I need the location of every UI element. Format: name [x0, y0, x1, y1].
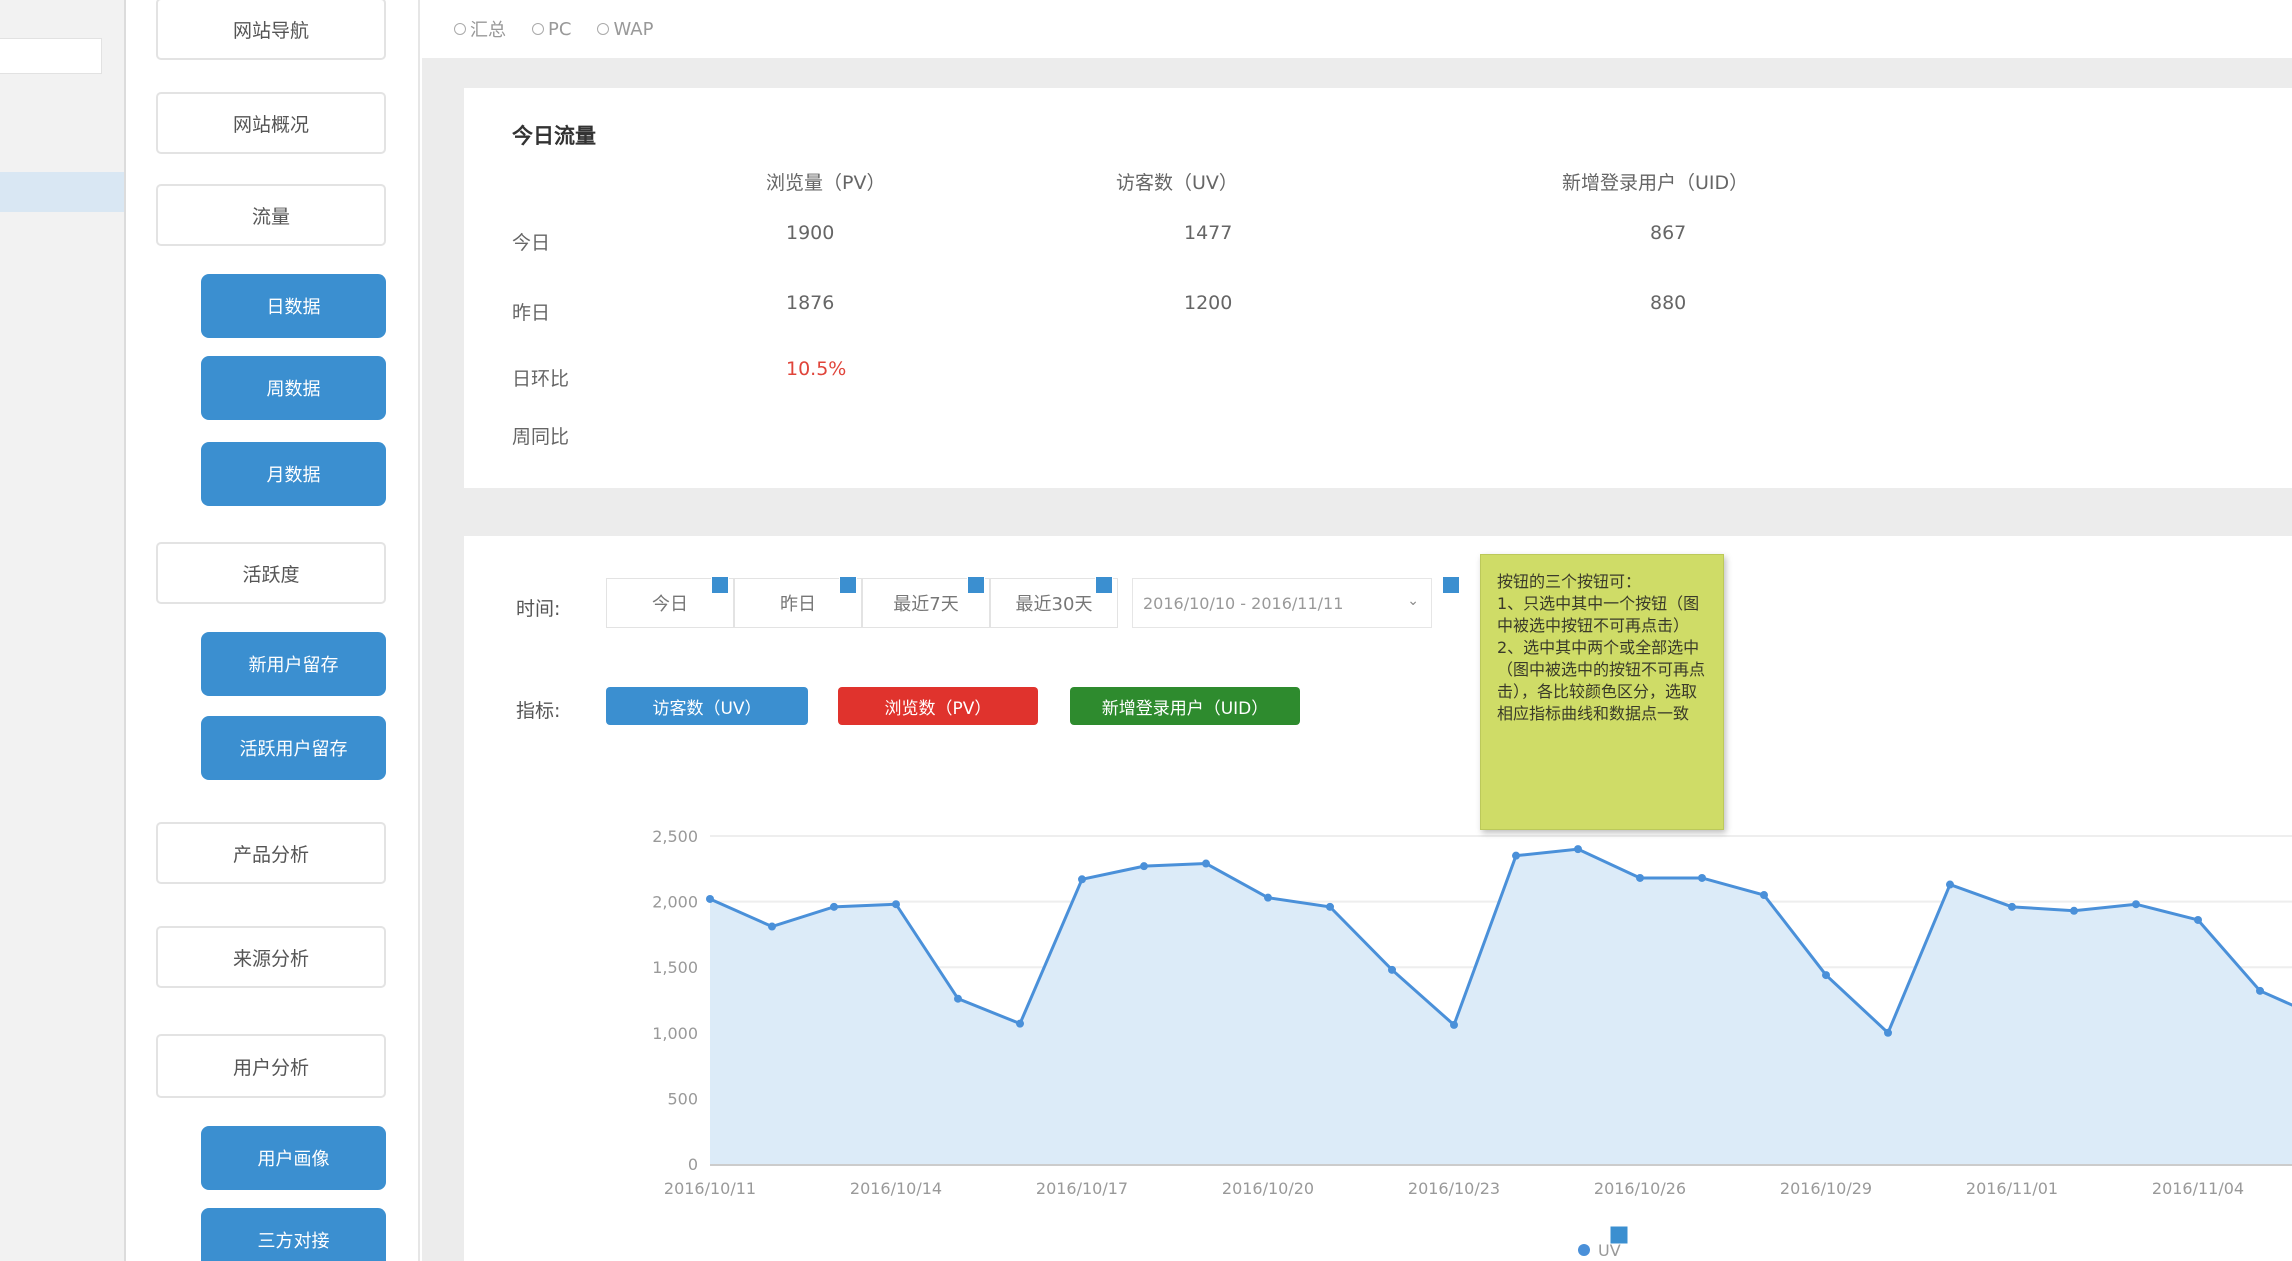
trend-chart-panel: 时间: 今日 昨日 最近7天 最近30天 2016/10/10 - 2016/1… [464, 536, 2292, 1261]
uv-data-point [768, 922, 776, 931]
uv-data-point [1884, 1028, 1892, 1037]
radio-dot-icon [454, 23, 466, 35]
menu-item-user-analysis[interactable]: 用户分析 [156, 1034, 386, 1098]
uv-data-point [2008, 902, 2016, 911]
uv-trend-chart: 0 500 1,000 1,500 2,000 2,500 2016/10/11 2016/1… [652, 827, 2292, 1260]
menu-item-active-user-retention[interactable]: 活跃用户留存 [201, 716, 386, 780]
uv-data-point [706, 894, 714, 903]
uv-data-point [1450, 1020, 1458, 1029]
y-tick-label: 1,500 [652, 958, 698, 977]
uv-data-point [1264, 893, 1272, 902]
platform-radio-pc-label: PC [548, 18, 572, 40]
menu-item-monthly[interactable]: 月数据 [201, 442, 386, 506]
today-row-label: 周同比 [512, 426, 570, 448]
x-tick-label: 2016/11/01 [1966, 1179, 2058, 1198]
left-nav-selected-item[interactable] [0, 172, 124, 212]
x-tick-label: 2016/10/29 [1780, 1179, 1872, 1198]
menu-item-traffic[interactable]: 流量 [156, 184, 386, 246]
x-tick-label: 2016/11/04 [2152, 1179, 2244, 1198]
y-tick-label: 0 [688, 1155, 698, 1174]
platform-filter-bar: 汇总 PC WAP [422, 0, 2292, 58]
today-column-header: 浏览量（PV） [766, 172, 886, 194]
uv-data-point [1698, 873, 1706, 882]
x-tick-label: 2016/10/14 [850, 1179, 942, 1198]
legend-uv-marker [1578, 1244, 1590, 1256]
menu-item-user-profile[interactable]: 用户画像 [201, 1126, 386, 1190]
today-value-cell: 867 [1650, 222, 1687, 244]
radio-dot-icon [597, 23, 610, 35]
y-tick-label: 2,000 [652, 893, 698, 912]
radio-dot-icon [532, 23, 544, 35]
menu-item-loyalty[interactable]: 活跃度 [156, 542, 386, 604]
today-row-label: 日环比 [512, 368, 570, 390]
page-root: 网站导航网站概况流量日数据周数据月数据活跃度新用户留存活跃用户留存产品分析来源分… [0, 0, 2292, 1261]
today-value-cell: 1477 [1184, 222, 1233, 244]
uv-data-point [892, 900, 900, 909]
menu-item-third-party[interactable]: 三方对接 [201, 1208, 386, 1261]
uv-data-point [954, 994, 962, 1003]
today-value-cell: 880 [1650, 292, 1687, 314]
annotation-sticky-note: 按钮的三个按钮可： 1、只选中其中一个按钮（图中被选中按钮不可再点击） 2、选中… [1480, 554, 1724, 830]
menu-item-daily[interactable]: 日数据 [201, 274, 386, 338]
uv-data-point [1946, 880, 1954, 889]
x-tick-label: 2016/10/23 [1408, 1179, 1500, 1198]
x-tick-label: 2016/10/26 [1594, 1179, 1686, 1198]
platform-radio-wap[interactable]: WAP [597, 19, 653, 40]
today-row-label: 今日 [512, 232, 551, 254]
left-navigation [0, 0, 126, 1261]
menu-item-site-overview[interactable]: 网站概况 [156, 92, 386, 154]
uv-data-point [1388, 965, 1396, 974]
today-value-cell: 10.5% [786, 358, 847, 380]
uv-data-point [1760, 891, 1768, 900]
uv-data-point [1078, 875, 1086, 884]
uv-data-point [2256, 986, 2264, 995]
today-column-header: 新增登录用户（UID） [1562, 172, 1749, 194]
annotation-marker-icon [1609, 1225, 1629, 1245]
menu-item-site-nav[interactable]: 网站导航 [156, 0, 386, 60]
uv-data-point [1512, 851, 1520, 860]
today-row-label: 昨日 [512, 302, 551, 324]
y-tick-label: 500 [667, 1089, 698, 1108]
main-content: 汇总 PC WAP 今日流量 浏览量（PV） 访客数（UV） 新增登录用户（UID）… [422, 0, 2292, 1261]
today-value-cell: 1876 [786, 292, 835, 314]
y-tick-label: 2,500 [652, 827, 698, 846]
uv-data-point [830, 902, 838, 911]
uv-data-point [1636, 873, 1644, 882]
menu-item-product-analysis[interactable]: 产品分析 [156, 822, 386, 884]
uv-data-point [1574, 845, 1582, 854]
menu-item-source-analysis[interactable]: 来源分析 [156, 926, 386, 988]
uv-data-point [1822, 971, 1830, 980]
x-tick-label: 2016/10/11 [664, 1179, 756, 1198]
platform-radio-pc[interactable]: PC [532, 19, 571, 40]
platform-radio-all[interactable]: 汇总 [454, 16, 506, 42]
today-traffic-panel: 今日流量 浏览量（PV） 访客数（UV） 新增登录用户（UID） 今日 1900 1477… [464, 88, 2292, 488]
uv-data-point [1140, 862, 1148, 871]
uv-data-point [1202, 859, 1210, 868]
today-value-cell: 1200 [1184, 292, 1233, 314]
today-value-cell: 1900 [786, 222, 835, 244]
platform-radio-all-label: 汇总 [470, 20, 506, 41]
menu-item-weekly[interactable]: 周数据 [201, 356, 386, 420]
today-column-header: 访客数（UV） [1116, 172, 1238, 194]
uv-data-point [1326, 902, 1334, 911]
left-nav-search-input[interactable] [0, 38, 102, 74]
uv-data-point [2132, 900, 2140, 909]
report-menu: 网站导航网站概况流量日数据周数据月数据活跃度新用户留存活跃用户留存产品分析来源分… [128, 0, 420, 1261]
x-tick-label: 2016/10/20 [1222, 1179, 1314, 1198]
uv-data-point [1016, 1019, 1024, 1028]
uv-data-point [2194, 915, 2202, 924]
y-tick-label: 1,000 [652, 1024, 698, 1043]
uv-data-point [2070, 906, 2078, 915]
menu-item-new-user-retention[interactable]: 新用户留存 [201, 632, 386, 696]
today-traffic-title: 今日流量 [512, 124, 596, 148]
x-tick-label: 2016/10/17 [1036, 1179, 1128, 1198]
platform-radio-wap-label: WAP [613, 18, 654, 40]
